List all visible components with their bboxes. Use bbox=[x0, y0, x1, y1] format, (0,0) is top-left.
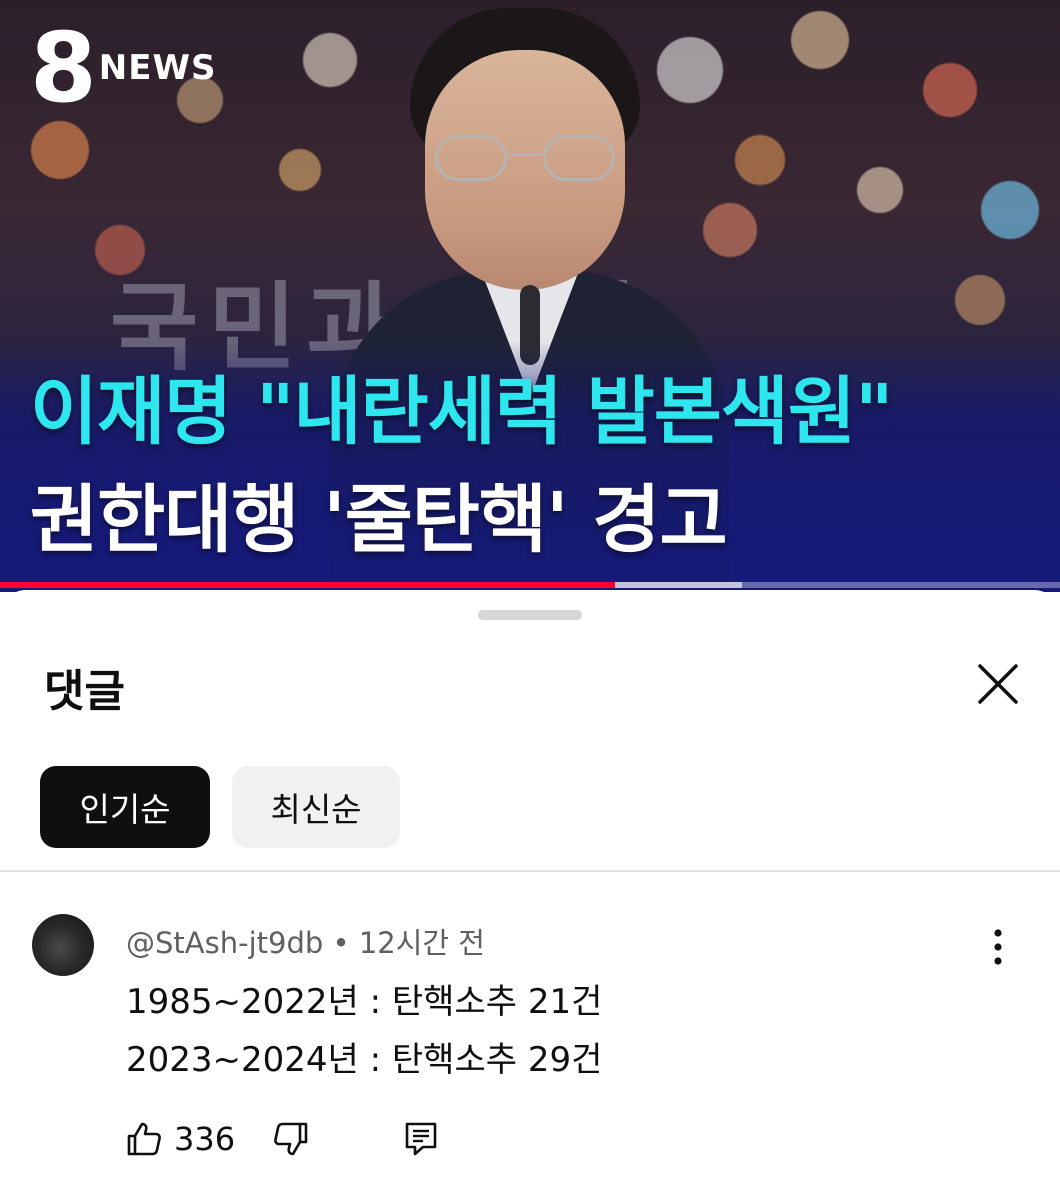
like-count: 336 bbox=[174, 1120, 236, 1158]
close-button[interactable] bbox=[968, 654, 1028, 714]
headline-line-2: 권한대행 '줄탄핵' 경고 bbox=[30, 477, 728, 563]
reply-button[interactable] bbox=[401, 1119, 441, 1159]
headline-line-1: 이재명 "내란세력 발본색원" bbox=[30, 369, 894, 455]
reply-icon bbox=[405, 1122, 437, 1156]
avatar[interactable] bbox=[32, 914, 94, 976]
drag-handle[interactable] bbox=[478, 610, 582, 620]
meta-separator: • bbox=[332, 926, 350, 960]
comment-more-button[interactable] bbox=[980, 922, 1016, 972]
logo-text: NEWS bbox=[98, 48, 217, 88]
progress-played bbox=[0, 582, 615, 588]
comment-time: 12시간 전 bbox=[358, 926, 485, 960]
comment-text-line: 2023~2024년 : 탄핵소추 29건 bbox=[126, 1040, 603, 1080]
close-icon bbox=[978, 664, 1018, 704]
sort-chip-newest[interactable]: 최신순 bbox=[232, 766, 400, 848]
comment-text-line: 1985~2022년 : 탄핵소추 21건 bbox=[126, 982, 603, 1022]
comment-author[interactable]: @StAsh-jt9db bbox=[126, 926, 323, 960]
thumbs-up-icon bbox=[127, 1122, 161, 1156]
thumbs-down-icon bbox=[274, 1122, 308, 1156]
channel-logo: 8 NEWS bbox=[30, 20, 216, 116]
comment-actions: 336 bbox=[124, 1114, 441, 1164]
comments-title: 댓글 bbox=[44, 666, 125, 717]
divider bbox=[0, 870, 1060, 872]
speaker-glasses bbox=[435, 135, 615, 185]
like-button[interactable]: 336 bbox=[124, 1119, 235, 1159]
video-player[interactable]: 국민과 함께 8 NEWS 이재명 "내란세력 발본색원" 권한대행 '줄탄핵'… bbox=[0, 0, 1060, 592]
more-vertical-icon bbox=[994, 929, 1002, 965]
comment-meta: @StAsh-jt9db • 12시간 전 bbox=[126, 920, 485, 962]
logo-number: 8 bbox=[30, 12, 97, 124]
dislike-button[interactable] bbox=[271, 1119, 311, 1159]
sort-chip-popular[interactable]: 인기순 bbox=[40, 766, 210, 848]
comments-sheet: 댓글 인기순 최신순 @StAsh-jt9db • 12시간 전 1985~20… bbox=[0, 590, 1060, 1200]
video-progress-bar[interactable] bbox=[0, 582, 1060, 588]
